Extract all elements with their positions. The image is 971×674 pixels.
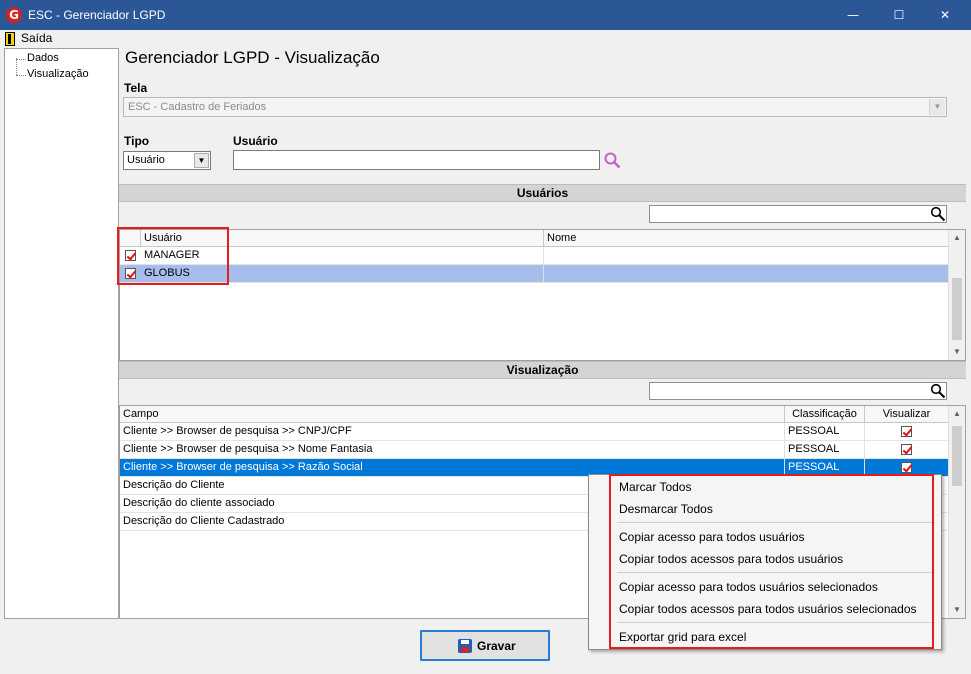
tela-value: ESC - Cadastro de Feriados <box>128 101 267 113</box>
cell-campo: Cliente >> Browser de pesquisa >> Nome F… <box>120 441 785 459</box>
usuario-input[interactable] <box>233 150 600 170</box>
users-search-input[interactable] <box>649 205 947 223</box>
save-button[interactable]: Gravar <box>420 630 550 661</box>
sidebar-item-dados[interactable]: Dados <box>27 52 59 64</box>
menu-exit[interactable]: Saída <box>21 31 52 45</box>
app-logo-icon: G <box>6 7 22 23</box>
column-header-campo[interactable]: Campo <box>120 406 785 423</box>
window-title: ESC - Gerenciador LGPD <box>28 8 166 22</box>
table-row[interactable]: Cliente >> Browser de pesquisa >> CNPJ/C… <box>120 423 949 441</box>
sidebar-tree: Dados Visualização <box>4 48 119 619</box>
users-grid: Usuário Nome MANAGER GLOBUS ▲ ▼ <box>119 229 966 361</box>
cell-nome <box>544 247 949 265</box>
cell-visualizar <box>865 441 949 459</box>
view-grid-scrollbar[interactable]: ▲ ▼ <box>948 406 965 618</box>
users-grid-header: Usuário Nome <box>120 230 949 247</box>
tela-combobox: ESC - Cadastro de Feriados ▼ <box>123 97 947 117</box>
dropdown-arrow-icon[interactable]: ▼ <box>194 153 209 168</box>
cell-nome <box>544 265 949 283</box>
tipo-select[interactable]: Usuário ▼ <box>123 151 211 170</box>
close-button[interactable]: ✕ <box>922 0 968 30</box>
column-header-nome[interactable]: Nome <box>544 230 949 247</box>
tipo-label: Tipo <box>124 134 150 148</box>
cell-visualizar <box>865 423 949 441</box>
floppy-disk-icon <box>458 639 472 653</box>
title-bar: G ESC - Gerenciador LGPD — ☐ ✕ <box>0 0 971 30</box>
minimize-button[interactable]: — <box>830 0 876 30</box>
table-row[interactable]: GLOBUS <box>120 265 949 283</box>
maximize-button[interactable]: ☐ <box>876 0 922 30</box>
highlight-box <box>609 474 934 649</box>
users-section-header: Usuários <box>119 184 966 202</box>
visualizar-checkbox[interactable] <box>901 462 912 473</box>
cell-classificacao: PESSOAL <box>785 441 865 459</box>
scroll-down-icon[interactable]: ▼ <box>949 344 965 360</box>
visualizar-checkbox[interactable] <box>901 426 912 437</box>
table-row[interactable]: Cliente >> Browser de pesquisa >> Nome F… <box>120 441 949 459</box>
view-grid-header: Campo Classificação Visualizar <box>120 406 949 423</box>
cell-campo: Cliente >> Browser de pesquisa >> CNPJ/C… <box>120 423 785 441</box>
search-icon[interactable] <box>930 206 946 222</box>
page-title: Gerenciador LGPD - Visualização <box>125 48 380 67</box>
search-icon[interactable] <box>930 383 946 399</box>
scroll-up-icon[interactable]: ▲ <box>949 230 965 246</box>
column-header-classificacao[interactable]: Classificação <box>785 406 865 423</box>
tipo-value: Usuário <box>127 154 165 166</box>
scroll-up-icon[interactable]: ▲ <box>949 406 965 422</box>
tree-connector <box>16 58 17 75</box>
menu-bar: Saída <box>0 30 971 48</box>
scroll-thumb[interactable] <box>952 278 962 340</box>
table-row[interactable]: MANAGER <box>120 247 949 265</box>
tree-connector <box>16 75 26 76</box>
exit-door-icon[interactable] <box>5 32 15 46</box>
status-bar <box>0 666 971 674</box>
column-header-visualizar[interactable]: Visualizar <box>865 406 949 423</box>
sidebar-item-visualizacao[interactable]: Visualização <box>27 68 89 80</box>
scroll-thumb[interactable] <box>952 426 962 486</box>
users-grid-scrollbar[interactable]: ▲ ▼ <box>948 230 965 360</box>
view-search-input[interactable] <box>649 382 947 400</box>
tree-connector <box>16 59 26 60</box>
dropdown-arrow-icon: ▼ <box>929 99 945 115</box>
search-icon[interactable] <box>603 151 622 170</box>
usuario-label: Usuário <box>233 134 278 148</box>
cell-classificacao: PESSOAL <box>785 423 865 441</box>
view-section-header: Visualização <box>119 361 966 379</box>
tela-label: Tela <box>124 81 148 95</box>
scroll-down-icon[interactable]: ▼ <box>949 602 965 618</box>
highlight-box <box>117 227 229 285</box>
save-button-label: Gravar <box>477 639 516 653</box>
visualizar-checkbox[interactable] <box>901 444 912 455</box>
